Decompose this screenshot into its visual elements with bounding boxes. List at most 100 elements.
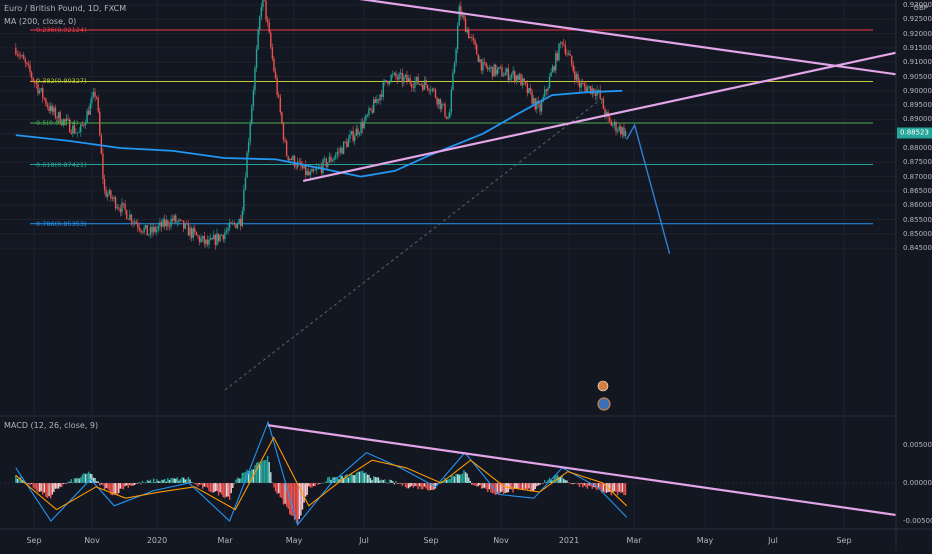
candle-body [375, 99, 376, 103]
macd-histogram-bar [39, 483, 40, 492]
macd-histogram-bar [322, 483, 323, 484]
macd-histogram-bar [275, 483, 276, 492]
time-tick-label: Mar [217, 536, 232, 545]
candle-body [186, 223, 187, 224]
candle-body [522, 78, 523, 85]
macd-histogram-bar [348, 478, 349, 483]
macd-histogram-bar [215, 483, 216, 491]
candle-body [310, 172, 311, 175]
candle-body [473, 38, 474, 41]
candle-body [419, 84, 420, 85]
macd-histogram-bar [229, 483, 230, 500]
macd-histogram-bar [383, 480, 384, 483]
candle-body [107, 194, 108, 196]
symbol-legend[interactable]: Euro / British Pound, 1D, FXCM [4, 4, 130, 13]
candle-body [118, 207, 119, 208]
candle-body [231, 222, 232, 223]
candle-body [321, 167, 322, 173]
candle-body [210, 238, 211, 240]
candle-body [614, 122, 615, 125]
macd-histogram-bar [216, 483, 217, 491]
candle-body [506, 68, 507, 72]
macd-histogram-bar [53, 483, 54, 492]
macd-histogram-bar [210, 483, 211, 492]
candle-body [205, 240, 206, 244]
candle-body [579, 82, 580, 88]
macd-histogram-bar [261, 462, 262, 483]
candle-body [447, 118, 448, 119]
candle-body [547, 88, 548, 91]
macd-histogram-bar [63, 483, 64, 484]
candle-body [15, 48, 16, 54]
macd-histogram-bar [405, 483, 406, 487]
candle-body [44, 98, 45, 99]
macd-histogram-bar [264, 460, 265, 483]
macd-histogram-bar [432, 483, 433, 490]
candle-body [218, 234, 219, 241]
ma-legend[interactable]: MA (200, close, 0) [4, 17, 80, 26]
macd-histogram-bar [457, 474, 458, 483]
macd-histogram-bar [181, 477, 182, 483]
candle-body [517, 76, 518, 80]
candle-body [449, 112, 450, 118]
candle-body [416, 77, 417, 81]
macd-histogram-bar [132, 483, 133, 486]
candle-body [193, 228, 194, 237]
macd-histogram-bar [302, 483, 303, 510]
candle-body [468, 30, 469, 38]
macd-histogram-bar [237, 477, 238, 483]
candle-body [132, 222, 133, 223]
candle-body [489, 68, 490, 69]
candle-body [395, 73, 396, 77]
candle-body [292, 156, 293, 160]
candle-body [330, 157, 331, 162]
macd-histogram-bar [251, 469, 252, 483]
candle-body [219, 235, 220, 241]
macd-histogram-bar [390, 480, 391, 483]
candle-body [235, 224, 236, 228]
candle-body [151, 227, 152, 232]
candle-body [18, 54, 19, 55]
event-bubble-bottom[interactable] [598, 398, 610, 410]
macd-histogram-bar [566, 480, 567, 483]
macd-histogram-bar [213, 483, 214, 492]
candle-body [438, 99, 439, 105]
time-tick-label: Sep [423, 536, 438, 545]
macd-histogram-bar [618, 483, 619, 492]
macd-histogram-bar [148, 481, 149, 483]
candle-body [185, 223, 186, 228]
candle-body [544, 89, 545, 96]
macd-histogram-bar [451, 476, 452, 483]
candle-body [371, 110, 372, 113]
candle-body [332, 160, 333, 161]
candle-body [324, 159, 325, 160]
candle-body [460, 6, 461, 16]
chart-svg[interactable] [0, 0, 932, 550]
macd-histogram-bar [37, 483, 38, 492]
candle-body [99, 112, 100, 135]
macd-histogram-bar [362, 471, 363, 483]
macd-histogram-bar [520, 483, 521, 490]
macd-histogram-bar [307, 483, 308, 495]
candle-body [421, 84, 422, 85]
event-bubble-top[interactable] [598, 381, 608, 391]
candle-body [533, 98, 534, 104]
candle-body [340, 148, 341, 152]
candle-body [31, 72, 32, 77]
candle-body [33, 78, 34, 81]
macd-histogram-bar [212, 483, 213, 493]
candle-body [558, 43, 559, 60]
candle-body [55, 108, 56, 118]
candle-body [386, 80, 387, 82]
candle-body [585, 86, 586, 91]
macd-legend[interactable]: MACD (12, 26, close, 9) [4, 421, 102, 430]
price-tick-label: 0.92500 [903, 15, 932, 23]
macd-histogram-bar [34, 483, 35, 489]
macd-histogram-bar [90, 474, 91, 483]
candle-body [281, 112, 282, 123]
price-tick-label: 0.86500 [903, 187, 932, 195]
candle-body [455, 49, 456, 63]
candle-body [294, 156, 295, 167]
candle-body [587, 87, 588, 91]
macd-histogram-bar [231, 483, 232, 493]
